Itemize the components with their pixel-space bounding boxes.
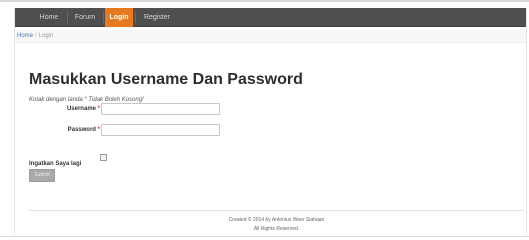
nav-item-login[interactable]: Login [105,8,133,27]
username-required-mark: * [97,106,100,112]
password-label-text: Password [67,127,96,133]
breadcrumb: Home / Login [15,30,526,43]
nav-separator [135,12,136,23]
nav-item-home[interactable]: Home [35,8,63,27]
page-container: Home Forum Login Register Home / Login Mas… [14,8,527,234]
nav-separator [67,12,68,23]
breadcrumb-current: Login [38,33,54,39]
submit-button[interactable]: Submit [29,169,55,182]
nav-separator [103,12,104,23]
top-border [0,0,529,2]
password-label: Password * [55,127,100,133]
footer-divider [29,210,524,211]
password-input[interactable] [101,124,220,136]
remember-me-checkbox[interactable] [100,154,107,161]
username-input[interactable] [101,103,220,115]
nav-item-register[interactable]: Register [138,8,176,27]
required-note-star: * [84,97,87,103]
footer-rights: All Rights Reserved. [253,226,300,232]
nav-item-forum[interactable]: Forum [70,8,100,27]
password-required-mark: * [97,127,100,133]
bottom-border [0,236,529,237]
breadcrumb-separator: / [35,33,37,39]
username-label-text: Username [66,106,96,112]
remember-me-label: Ingatkan Saya lagi [29,161,82,167]
page-title: Masukkan Username Dan Password [29,71,303,88]
breadcrumb-home-link[interactable]: Home [17,33,33,39]
username-label: Username * [55,106,100,112]
required-note-prefix: Kotak dengan tanda [29,97,83,103]
footer-copyright: Created © 2014 by Antonius Weer Siahaan [228,217,325,223]
top-navbar: Home Forum Login Register [15,8,526,27]
